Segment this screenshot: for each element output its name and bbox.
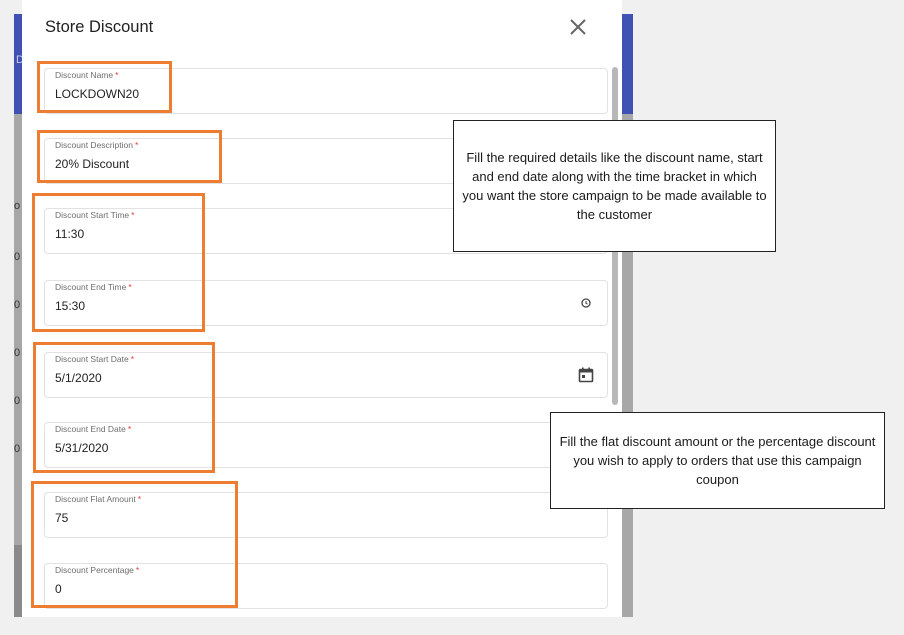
background-column-text: 0 — [14, 251, 21, 263]
background-column-text: o — [14, 200, 21, 212]
close-icon — [570, 19, 586, 35]
background-column-text: 0 — [14, 299, 21, 311]
highlight-box-time — [32, 193, 205, 332]
dialog-title: Store Discount — [45, 18, 154, 36]
background-column-text: 0 — [14, 443, 21, 455]
highlight-box-description — [37, 130, 222, 183]
background-column-text: 0 — [14, 347, 21, 359]
callout-amount-note: Fill the flat discount amount or the per… — [550, 412, 885, 509]
highlight-box-amount — [31, 481, 238, 608]
highlight-box-name — [37, 61, 172, 113]
highlight-box-date — [33, 342, 215, 473]
clock-icon[interactable] — [577, 294, 595, 312]
calendar-icon[interactable] — [577, 366, 595, 384]
close-button[interactable] — [568, 17, 588, 39]
callout-details-note: Fill the required details like the disco… — [453, 120, 776, 252]
background-column-text: 0 — [14, 395, 21, 407]
